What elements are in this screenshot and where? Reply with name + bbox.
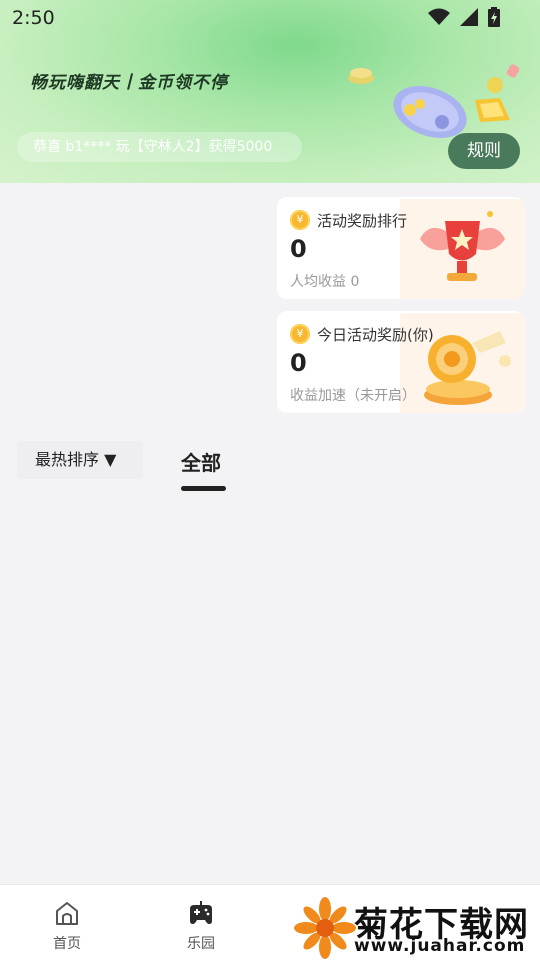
tab-active-indicator xyxy=(181,486,226,491)
wifi-icon xyxy=(428,8,450,25)
nav-item-home[interactable]: 首页 xyxy=(22,885,112,960)
status-icons xyxy=(428,7,500,27)
sort-dropdown[interactable]: 最热排序 ▼ xyxy=(17,441,143,479)
trophy-icon xyxy=(400,199,525,299)
card-value: 0 xyxy=(290,235,307,263)
hero-banner: 2:50 畅玩嗨翻天丨金币领不停 恭喜 b1**** 玩【守林人2】获得5000… xyxy=(0,0,540,183)
coin-stack-decoration-icon xyxy=(348,68,374,84)
site-watermark: 菊花下载网 www.juahar.com xyxy=(290,893,540,960)
nav-label: 首页 xyxy=(53,936,81,952)
coin-icon: ¥ xyxy=(290,324,310,344)
rules-button[interactable]: 规则 xyxy=(448,133,520,169)
card-title: 活动奖励排行 xyxy=(317,212,408,230)
card-value: 0 xyxy=(290,349,307,377)
watermark-url: www.juahar.com xyxy=(354,936,526,956)
gamepad-icon xyxy=(190,901,212,924)
card-subtitle: 收益加速（未开启） xyxy=(290,388,416,404)
activity-ranking-card[interactable]: ¥ 活动奖励排行 0 人均收益 0 xyxy=(277,197,525,299)
signal-icon xyxy=(460,8,478,26)
nav-label: 乐园 xyxy=(187,936,215,952)
home-icon xyxy=(56,902,78,925)
battery-icon xyxy=(488,7,500,27)
hero-slogan: 畅玩嗨翻天丨金币领不停 xyxy=(30,73,228,93)
status-time: 2:50 xyxy=(12,7,55,29)
tab-all[interactable]: 全部 xyxy=(181,447,221,476)
coin-icon: ¥ xyxy=(290,210,310,230)
nav-item-park[interactable]: 乐园 xyxy=(156,885,246,960)
card-title: 今日活动奖励(你) xyxy=(317,326,434,344)
card-subtitle: 人均收益 0 xyxy=(290,274,360,290)
today-reward-card[interactable]: ¥ 今日活动奖励(你) 0 收益加速（未开启） xyxy=(277,311,525,413)
flower-logo-icon xyxy=(294,897,356,959)
status-bar: 2:50 xyxy=(0,0,540,36)
winner-ticker: 恭喜 b1**** 玩【守林人2】获得5000 xyxy=(17,132,302,162)
